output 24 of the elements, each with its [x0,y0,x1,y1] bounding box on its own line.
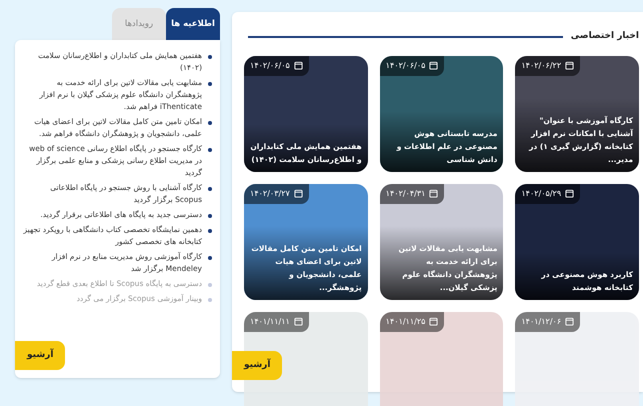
news-date: ۱۴۰۲/۰۶/۰۵ [250,60,290,72]
news-date: ۱۴۰۲/۰۴/۳۱ [386,188,426,200]
calendar-icon [294,189,303,198]
news-date: ۱۴۰۱/۱۱/۲۵ [386,316,426,328]
calendar-icon [565,61,574,70]
calendar-icon [565,317,574,326]
news-card[interactable]: ۱۴۰۱/۱۲/۰۶ [515,312,639,406]
calendar-icon [429,61,438,70]
news-date: ۱۴۰۲/۰۵/۲۹ [521,188,562,200]
news-card[interactable]: ۱۴۰۱/۱۱/۲۵ [380,312,504,406]
calendar-icon [294,61,303,70]
calendar-icon [429,189,438,198]
news-date: ۱۴۰۲/۰۳/۲۷ [250,188,290,200]
calendar-icon [565,189,574,198]
tab[interactable]: اطلاعیه ها [166,8,220,40]
archive-button[interactable]: آرشیو [232,350,282,380]
calendar-icon [429,317,438,326]
news-date: ۱۴۰۱/۱۱/۱۱ [250,316,290,328]
news-date: ۱۴۰۱/۱۲/۰۶ [521,316,562,328]
news-date: ۱۴۰۲/۰۶/۲۲ [521,60,562,72]
news-date: ۱۴۰۲/۰۶/۰۵ [386,60,426,72]
archive-button[interactable]: آرشیو [15,340,66,370]
section-heading: اخبار اختصاصی [570,30,639,43]
calendar-icon [294,317,303,326]
